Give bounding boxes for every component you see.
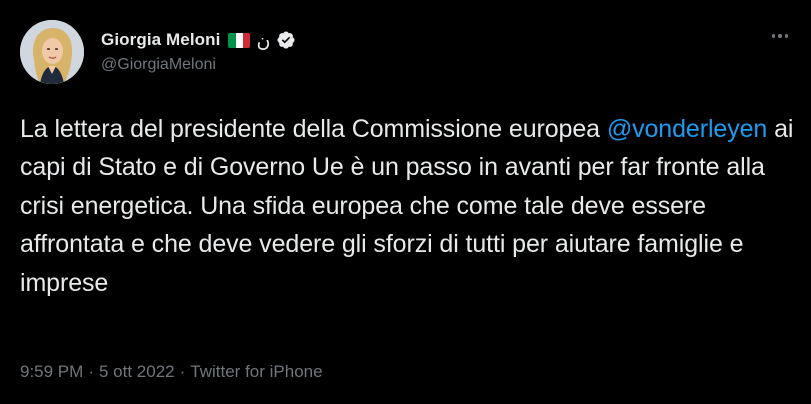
author-handle[interactable]: @GiorgiaMeloni bbox=[101, 56, 216, 74]
meta-separator: · bbox=[179, 362, 186, 381]
tweet-metadata: 9:59 PM · 5 ott 2022 · Twitter for iPhon… bbox=[20, 362, 323, 382]
avatar[interactable] bbox=[20, 20, 84, 84]
tweet-time[interactable]: 9:59 PM bbox=[20, 362, 83, 382]
tweet-date[interactable]: 5 ott 2022 bbox=[99, 362, 175, 382]
tweet-text-part-1: La lettera del presidente della Commissi… bbox=[20, 115, 607, 143]
verified-badge-icon bbox=[276, 30, 296, 50]
italy-flag-icon bbox=[228, 32, 251, 48]
tweet-card: Giorgia Meloni ن @GiorgiaMeloni La lette… bbox=[0, 0, 811, 404]
mention-link[interactable]: @vonderleyen bbox=[607, 115, 767, 143]
meta-separator: · bbox=[88, 362, 94, 381]
author-name-row: Giorgia Meloni ن bbox=[101, 28, 296, 52]
author-display-name[interactable]: Giorgia Meloni bbox=[101, 30, 220, 50]
avatar-image bbox=[20, 20, 84, 84]
tweet-text: La lettera del presidente della Commissi… bbox=[20, 110, 800, 302]
arabic-letter-noon-glyph: ن bbox=[256, 29, 271, 52]
tweet-source[interactable]: Twitter for iPhone bbox=[190, 362, 322, 382]
more-options-icon[interactable] bbox=[768, 24, 792, 48]
